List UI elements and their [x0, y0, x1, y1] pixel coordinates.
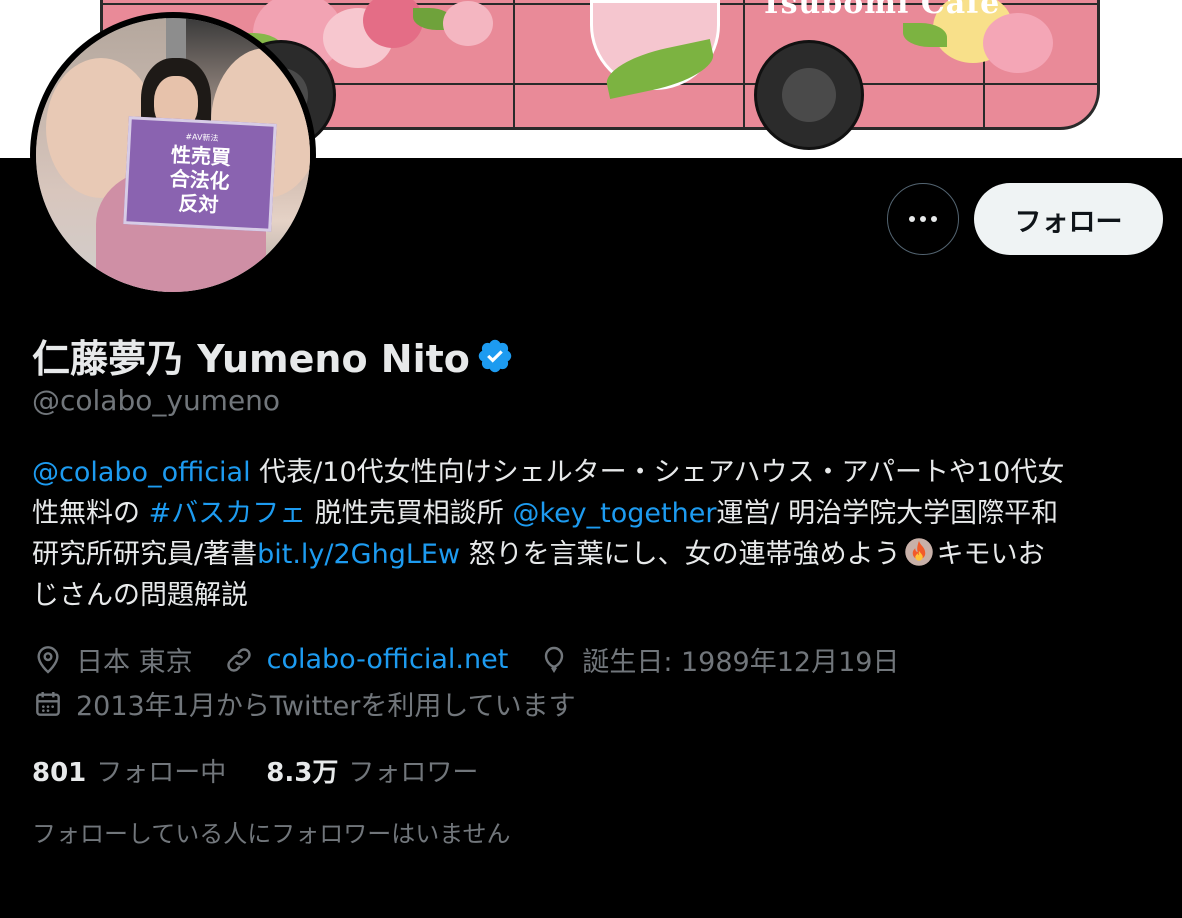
bio-text: じさんの問題解説 [32, 580, 248, 611]
bio-text: 怒りを言葉にし、女の連帯強めよう [460, 539, 901, 570]
follow-stats: 801 フォロー中 8.3万 フォロワー [32, 752, 518, 789]
bio-hashtag-link[interactable]: #バスカフェ [149, 498, 307, 529]
sign-text-line: 合法化 [169, 166, 231, 194]
location-text: 日本 東京 [76, 647, 193, 678]
bio-text: 研究所研究員/著書 [32, 539, 258, 570]
website-item: colabo-official.net [223, 644, 509, 676]
location-item: 日本 東京 [32, 640, 193, 679]
location-pin-icon [37, 645, 59, 674]
sign-text-line: 性売買 [170, 142, 232, 170]
website-link[interactable]: colabo-official.net [267, 644, 509, 675]
followers-count: 8.3万 [266, 758, 339, 788]
bio-text: 代表/10代女性向けシェルター・シェアハウス・アパートや10代女 [250, 457, 1065, 488]
verified-badge-icon[interactable] [476, 337, 514, 375]
banner-bus-text: Tsubomi Cafe [760, 0, 1001, 21]
bio-text: 運営/ 明治学院大学国際平和 [716, 498, 1059, 529]
following-count: 801 [32, 758, 87, 788]
joined-text: 2013年1月からTwitterを利用しています [76, 691, 576, 722]
avatar-protest-sign: #AV新法 性売買 合法化 反対 [123, 116, 277, 232]
more-options-button[interactable] [887, 183, 959, 255]
follow-button[interactable]: フォロー [974, 183, 1163, 255]
display-name: 仁藤夢乃 Yumeno Nito [32, 337, 470, 381]
profile-meta-row: 2013年1月からTwitterを利用しています [32, 684, 606, 723]
more-horizontal-icon [909, 216, 937, 222]
bio-mention-link[interactable]: @key_together [512, 498, 716, 529]
following-link[interactable]: 801 フォロー中 [32, 752, 226, 789]
birthday-item: 誕生日: 1989年12月19日 [538, 640, 899, 679]
profile-name-row: 仁藤夢乃 Yumeno Nito [32, 328, 514, 383]
following-label: フォロー中 [96, 758, 227, 788]
bio-text: キモいお [936, 539, 1045, 570]
bus-wheel-icon [754, 40, 864, 150]
followers-label: フォロワー [348, 758, 479, 788]
profile-meta-row: 日本 東京 colabo-official.net 誕生日: 1989年12月1… [32, 640, 929, 679]
bio-text: 性無料の [32, 498, 149, 529]
bio-url-link[interactable]: bit.ly/2GhgLEw [257, 539, 460, 570]
fire-emoji-icon [904, 538, 933, 566]
profile-avatar[interactable]: #AV新法 性売買 合法化 反対 [30, 12, 316, 298]
sign-text-line: 反対 [177, 190, 220, 217]
link-icon [226, 647, 251, 672]
bio-mention-link[interactable]: @colabo_official [32, 457, 251, 488]
calendar-icon [36, 691, 60, 716]
profile-handle: @colabo_yumeno [32, 384, 281, 417]
profile-bio: @colabo_official 代表/10代女性向けシェルター・シェアハウス・… [32, 452, 1152, 616]
followers-link[interactable]: 8.3万 フォロワー [266, 752, 478, 789]
bio-text: 脱性売買相談所 [306, 498, 513, 529]
mutual-followers-note: フォローしている人にフォロワーはいません [32, 820, 511, 848]
birthday-text: 誕生日: 1989年12月19日 [582, 647, 900, 678]
joined-item: 2013年1月からTwitterを利用しています [32, 684, 576, 723]
balloon-icon [545, 646, 564, 673]
sign-small-text: #AV新法 [185, 132, 219, 143]
